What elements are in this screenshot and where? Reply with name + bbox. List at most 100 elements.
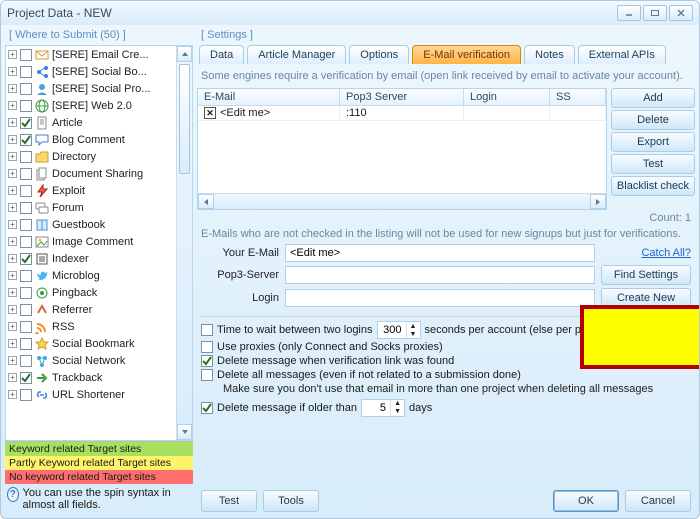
expand-icon[interactable]: + — [8, 67, 17, 76]
add-button[interactable]: Add — [611, 88, 695, 108]
item-checkbox[interactable] — [20, 338, 32, 350]
tree-item[interactable]: +Pingback — [6, 284, 192, 301]
login-field[interactable] — [285, 289, 595, 307]
item-checkbox[interactable] — [20, 168, 32, 180]
tree-item[interactable]: +URL Shortener — [6, 386, 192, 403]
item-checkbox[interactable] — [20, 355, 32, 367]
tree-item[interactable]: +Microblog — [6, 267, 192, 284]
item-checkbox[interactable] — [20, 117, 32, 129]
expand-icon[interactable]: + — [8, 356, 17, 365]
expand-icon[interactable]: + — [8, 84, 17, 93]
tree-item[interactable]: +Indexer — [6, 250, 192, 267]
expand-icon[interactable]: + — [8, 373, 17, 382]
scroll-down-button[interactable] — [177, 424, 192, 440]
item-checkbox[interactable] — [20, 389, 32, 401]
spin-down-icon[interactable]: ▼ — [407, 330, 420, 338]
pop3-field[interactable] — [285, 266, 595, 284]
item-checkbox[interactable] — [20, 49, 32, 61]
spin-down-icon[interactable]: ▼ — [391, 408, 404, 416]
expand-icon[interactable]: + — [8, 186, 17, 195]
tab-data[interactable]: Data — [199, 45, 244, 64]
col-ss[interactable]: SS — [550, 89, 606, 105]
expand-icon[interactable]: + — [8, 288, 17, 297]
wait-seconds-spin[interactable]: ▲▼ — [377, 321, 421, 339]
email-field[interactable] — [285, 244, 595, 262]
tree-item[interactable]: +Article — [6, 114, 192, 131]
item-checkbox[interactable] — [20, 287, 32, 299]
item-checkbox[interactable] — [20, 304, 32, 316]
item-checkbox[interactable] — [20, 219, 32, 231]
item-checkbox[interactable] — [20, 236, 32, 248]
find-settings-button[interactable]: Find Settings — [601, 265, 691, 285]
tree-item[interactable]: +Document Sharing — [6, 165, 192, 182]
tree-item[interactable]: +Referrer — [6, 301, 192, 318]
tree-item[interactable]: +Social Network — [6, 352, 192, 369]
proxies-checkbox[interactable] — [201, 341, 213, 353]
tree-item[interactable]: +Directory — [6, 148, 192, 165]
engine-tree[interactable]: +[SERE] Email Cre...+[SERE] Social Bo...… — [5, 45, 193, 441]
tab-external-apis[interactable]: External APIs — [578, 45, 666, 64]
ok-button[interactable]: OK — [553, 490, 619, 512]
expand-icon[interactable]: + — [8, 390, 17, 399]
expand-icon[interactable]: + — [8, 237, 17, 246]
col-email[interactable]: E-Mail — [198, 89, 340, 105]
tree-item[interactable]: +Guestbook — [6, 216, 192, 233]
scroll-up-button[interactable] — [177, 46, 192, 62]
scroll-right-button[interactable] — [590, 194, 606, 209]
create-new-button[interactable]: Create New — [601, 288, 691, 308]
expand-icon[interactable]: + — [8, 322, 17, 331]
test-button[interactable]: Test — [201, 490, 257, 512]
expand-icon[interactable]: + — [8, 152, 17, 161]
expand-icon[interactable]: + — [8, 135, 17, 144]
maximize-button[interactable] — [643, 5, 667, 21]
blacklist-check-button[interactable]: Blacklist check — [611, 176, 695, 196]
item-checkbox[interactable] — [20, 372, 32, 384]
table-row[interactable]: ✕<Edit me> :110 — [198, 106, 606, 121]
tree-item[interactable]: +Blog Comment — [6, 131, 192, 148]
expand-icon[interactable]: + — [8, 50, 17, 59]
item-checkbox[interactable] — [20, 321, 32, 333]
tree-item[interactable]: +RSS — [6, 318, 192, 335]
spin-up-icon[interactable]: ▲ — [407, 322, 420, 330]
item-checkbox[interactable] — [20, 66, 32, 78]
tree-item[interactable]: +[SERE] Social Pro... — [6, 80, 192, 97]
col-pop3[interactable]: Pop3 Server — [340, 89, 464, 105]
item-checkbox[interactable] — [20, 134, 32, 146]
tab-notes[interactable]: Notes — [524, 45, 575, 64]
tree-item[interactable]: +Forum — [6, 199, 192, 216]
cancel-button[interactable]: Cancel — [625, 490, 691, 512]
item-checkbox[interactable] — [20, 185, 32, 197]
row-check-icon[interactable]: ✕ — [204, 107, 216, 119]
spin-up-icon[interactable]: ▲ — [391, 400, 404, 408]
expand-icon[interactable]: + — [8, 220, 17, 229]
tree-item[interactable]: +[SERE] Web 2.0 — [6, 97, 192, 114]
tab-article-manager[interactable]: Article Manager — [247, 45, 346, 64]
item-checkbox[interactable] — [20, 151, 32, 163]
minimize-button[interactable] — [617, 5, 641, 21]
item-checkbox[interactable] — [20, 253, 32, 265]
tab-e-mail-verification[interactable]: E-Mail verification — [412, 45, 521, 64]
expand-icon[interactable]: + — [8, 101, 17, 110]
item-checkbox[interactable] — [20, 202, 32, 214]
tree-scrollbar[interactable] — [176, 46, 192, 440]
expand-icon[interactable]: + — [8, 305, 17, 314]
catch-all-link[interactable]: Catch All? — [601, 247, 691, 259]
export-button[interactable]: Export — [611, 132, 695, 152]
close-button[interactable] — [669, 5, 693, 21]
item-checkbox[interactable] — [20, 83, 32, 95]
scroll-left-button[interactable] — [198, 194, 214, 209]
test-button[interactable]: Test — [611, 154, 695, 174]
col-login[interactable]: Login — [464, 89, 550, 105]
tools-button[interactable]: Tools — [263, 490, 319, 512]
expand-icon[interactable]: + — [8, 118, 17, 127]
wait-checkbox[interactable] — [201, 324, 213, 336]
tree-item[interactable]: +Social Bookmark — [6, 335, 192, 352]
delete-button[interactable]: Delete — [611, 110, 695, 130]
older-days-spin[interactable]: ▲▼ — [361, 399, 405, 417]
tree-item[interactable]: +Trackback — [6, 369, 192, 386]
item-checkbox[interactable] — [20, 270, 32, 282]
expand-icon[interactable]: + — [8, 271, 17, 280]
tree-item[interactable]: +[SERE] Email Cre... — [6, 46, 192, 63]
tree-item[interactable]: +Image Comment — [6, 233, 192, 250]
delete-found-checkbox[interactable] — [201, 355, 213, 367]
